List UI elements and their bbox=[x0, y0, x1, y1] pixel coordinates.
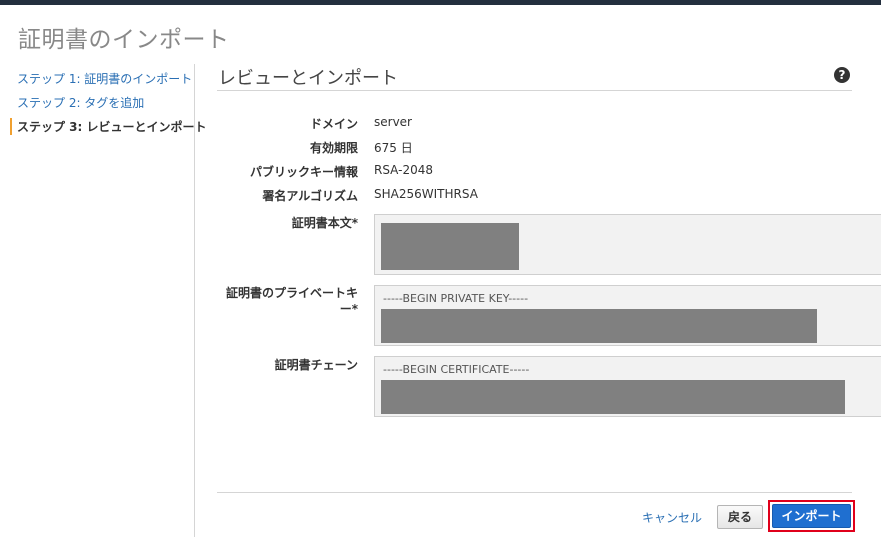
step-review-import: ステップ 3: レビューとインポート bbox=[10, 118, 207, 135]
private-key-label: 証明書のプライベートキー* bbox=[225, 286, 358, 316]
signature-algorithm-value: SHA256WITHRSA bbox=[374, 187, 478, 201]
private-key-textarea[interactable]: -----BEGIN PRIVATE KEY----- bbox=[374, 285, 881, 346]
chain-label: 証明書チェーン bbox=[274, 358, 358, 372]
redaction-block bbox=[381, 309, 817, 343]
import-button-highlight: インポート bbox=[768, 500, 855, 532]
chain-text: -----BEGIN CERTIFICATE----- bbox=[383, 363, 530, 376]
expiry-label: 有効期限 bbox=[309, 141, 358, 155]
help-icon[interactable]: ? bbox=[834, 67, 850, 83]
private-key-text: -----BEGIN PRIVATE KEY----- bbox=[383, 292, 529, 305]
redaction-block bbox=[381, 380, 845, 414]
expiry-value: 675 日 bbox=[374, 141, 413, 155]
top-bar bbox=[0, 0, 881, 5]
chain-textarea[interactable]: -----BEGIN CERTIFICATE----- bbox=[374, 356, 881, 417]
public-key-value: RSA-2048 bbox=[374, 163, 433, 177]
title-divider bbox=[217, 90, 852, 91]
public-key-label: パブリックキー情報 bbox=[249, 165, 358, 179]
step-add-tags[interactable]: ステップ 2: タグを追加 bbox=[17, 94, 144, 111]
domain-value: server bbox=[374, 115, 412, 129]
domain-label: ドメイン bbox=[309, 117, 358, 131]
cert-body-textarea[interactable] bbox=[374, 214, 881, 275]
back-button[interactable]: 戻る bbox=[717, 505, 763, 529]
cancel-button[interactable]: キャンセル bbox=[642, 509, 702, 526]
cert-body-label: 証明書本文* bbox=[291, 216, 358, 230]
step-import-certificate[interactable]: ステップ 1: 証明書のインポート bbox=[17, 70, 192, 87]
wizard-steps-sidebar: ステップ 1: 証明書のインポート ステップ 2: タグを追加 ステップ 3: … bbox=[0, 64, 207, 537]
import-button[interactable]: インポート bbox=[772, 504, 851, 528]
section-title: レビューとインポート bbox=[218, 68, 398, 89]
footer-divider bbox=[217, 492, 852, 493]
page-title: 証明書のインポート bbox=[18, 27, 230, 53]
signature-algorithm-label: 署名アルゴリズム bbox=[262, 189, 358, 203]
redaction-block bbox=[381, 223, 519, 270]
